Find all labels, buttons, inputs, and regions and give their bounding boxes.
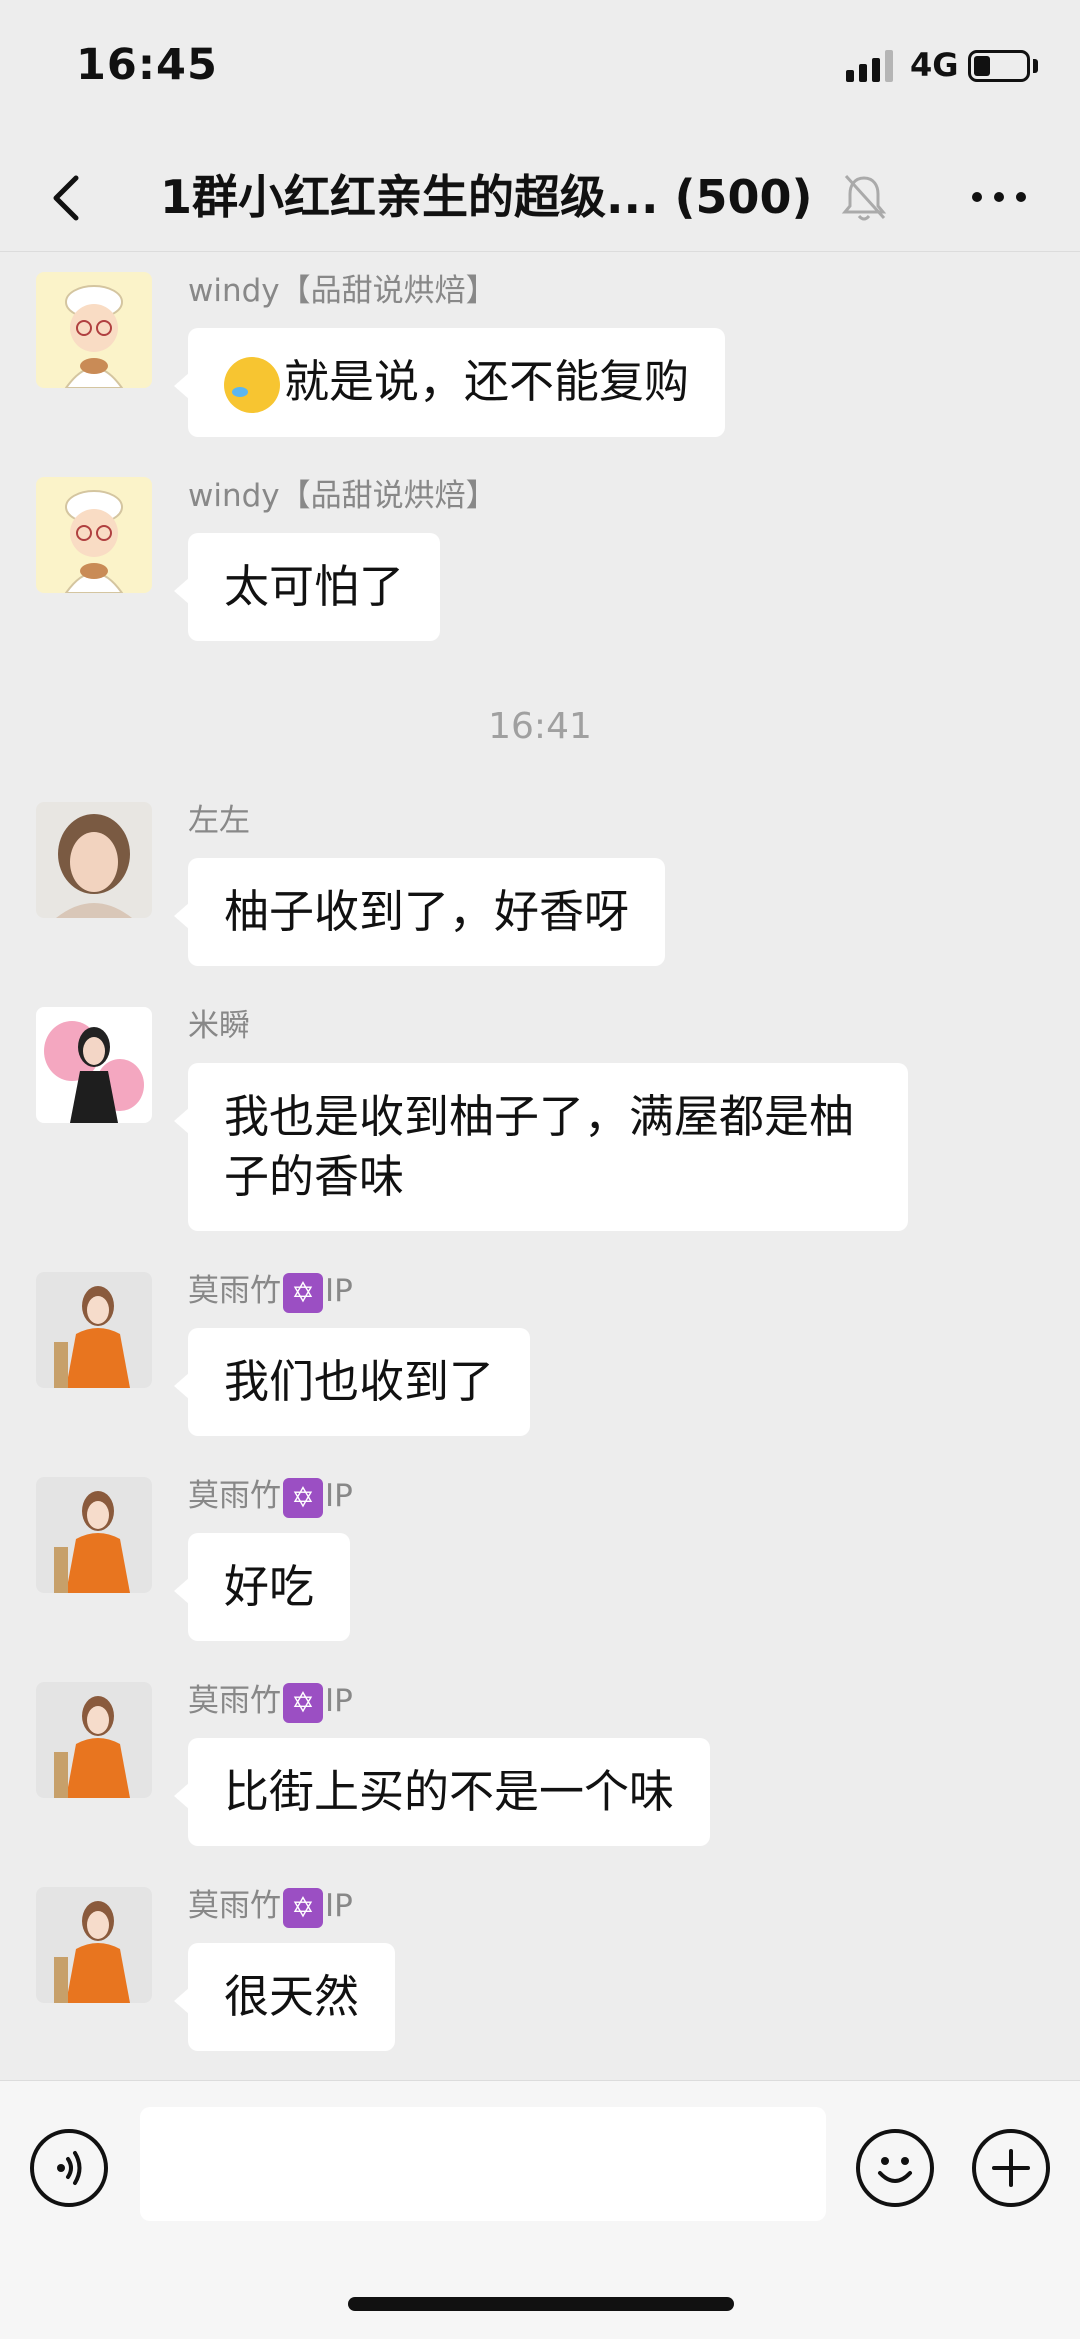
signal-icon: [846, 50, 896, 82]
network-type: 4G: [910, 46, 959, 84]
mute-indicator: [840, 170, 888, 224]
sender-name: windy【品甜说烘焙】: [188, 478, 497, 514]
status-time: 16:45: [76, 40, 218, 90]
avatar[interactable]: [36, 1272, 152, 1388]
back-button[interactable]: [40, 162, 100, 232]
chat-message-list[interactable]: windy【品甜说烘焙】 就是说，还不能复购 windy【品甜说烘焙】 太可怕了…: [0, 252, 1080, 2080]
message-text: 太可怕了: [224, 560, 405, 613]
home-indicator[interactable]: [348, 2297, 734, 2311]
sender-name: windy【品甜说烘焙】: [188, 273, 497, 309]
smiley-icon: [878, 2157, 912, 2183]
battery-icon: [968, 50, 1030, 82]
avatar[interactable]: [36, 802, 152, 918]
message-text: 比街上买的不是一个味: [224, 1765, 675, 1818]
chevron-left-icon: [53, 175, 79, 221]
message-bubble[interactable]: 好吃: [173, 1533, 351, 1641]
sender-name: 米瞬: [188, 1008, 250, 1044]
voice-button[interactable]: [30, 2129, 108, 2207]
voice-icon: [57, 2151, 82, 2185]
bell-off-icon: [841, 174, 887, 221]
message-text: 我也是收到柚子了，满屋都是柚子的香味: [224, 1090, 855, 1203]
avatar[interactable]: [36, 477, 152, 593]
message-input[interactable]: [140, 2107, 826, 2221]
message-text: 柚子收到了，好香呀: [224, 885, 630, 938]
emoji-button[interactable]: [856, 2129, 934, 2207]
message-bubble[interactable]: 我也是收到柚子了，满屋都是柚子的香味: [174, 1063, 908, 1231]
message-bubble[interactable]: 就是说，还不能复购: [173, 328, 726, 437]
avatar[interactable]: [36, 1887, 152, 2003]
message-bubble[interactable]: 柚子收到了，好香呀: [173, 858, 666, 966]
avatar[interactable]: [36, 272, 152, 388]
more-button[interactable]: [964, 170, 1034, 224]
avatar[interactable]: [36, 1007, 152, 1123]
message-bubble[interactable]: 比街上买的不是一个味: [173, 1738, 711, 1846]
sender-name: 莫雨竹 ✡ IP: [188, 1477, 353, 1518]
avatar[interactable]: [36, 1682, 152, 1798]
sender-name: 莫雨竹 ✡ IP: [188, 1272, 353, 1313]
status-bar: 16:45 4G: [0, 0, 1080, 140]
star-badge-icon: ✡: [283, 1887, 323, 1928]
star-badge-icon: ✡: [283, 1477, 323, 1518]
avatar[interactable]: [36, 1477, 152, 1593]
message-bubble[interactable]: 我们也收到了: [173, 1328, 531, 1436]
plus-icon: [992, 2149, 1030, 2187]
message-bubble[interactable]: 很天然: [173, 1943, 396, 2051]
message-text: 就是说，还不能复购: [284, 355, 690, 408]
sender-name: 左左: [188, 803, 250, 839]
more-actions-button[interactable]: [972, 2129, 1050, 2207]
message-bubble[interactable]: 太可怕了: [173, 533, 441, 641]
chat-header: 1群小红红亲生的超级... (500): [0, 140, 1080, 252]
message-text: 我们也收到了: [224, 1355, 495, 1408]
message-text: 好吃: [224, 1560, 315, 1613]
chat-title[interactable]: 1群小红红亲生的超级... (500): [160, 162, 813, 232]
star-badge-icon: ✡: [283, 1682, 323, 1723]
star-badge-icon: ✡: [283, 1272, 323, 1313]
sender-name: 莫雨竹 ✡ IP: [188, 1887, 353, 1928]
battery-tip: [1033, 59, 1038, 73]
sender-name: 莫雨竹 ✡ IP: [188, 1682, 353, 1723]
input-bar: [0, 2080, 1080, 2339]
crying-laughing-emoji: [224, 357, 280, 413]
message-text: 很天然: [224, 1970, 360, 2023]
chat-timestamp: 16:41: [488, 706, 592, 747]
